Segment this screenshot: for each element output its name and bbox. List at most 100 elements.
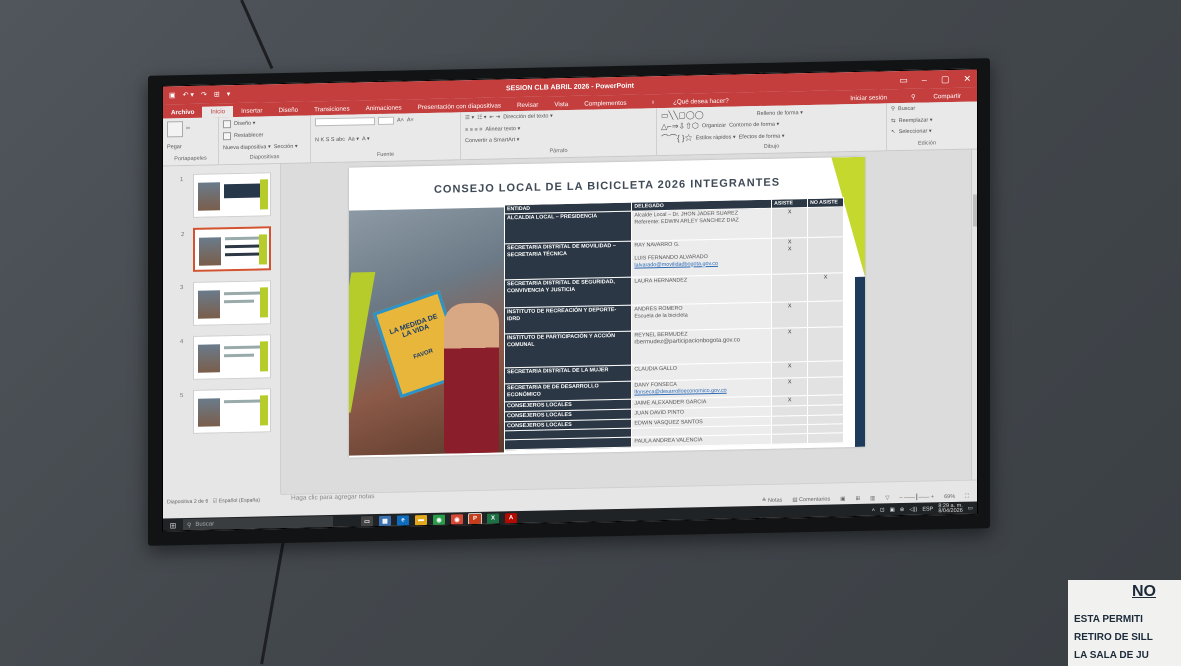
- tab-home[interactable]: Inicio: [202, 106, 234, 118]
- font-size-box[interactable]: [378, 116, 394, 126]
- reset-icon: [223, 132, 231, 141]
- slide[interactable]: CONSEJO LOCAL DE LA BICICLETA 2026 INTEG…: [349, 156, 865, 458]
- excel-icon[interactable]: X: [487, 513, 499, 524]
- task-view-icon[interactable]: ▭: [361, 516, 373, 527]
- find-button[interactable]: Buscar: [898, 106, 915, 112]
- close-button[interactable]: ✕: [963, 73, 971, 84]
- chrome-profile-icon[interactable]: ◉: [451, 514, 463, 525]
- indent-icon[interactable]: ⇤ ⇥: [489, 114, 500, 120]
- new-slide-button[interactable]: Nueva diapositiva ▾: [223, 144, 271, 151]
- group-label-clipboard: Portapapeles: [174, 155, 207, 163]
- align-icons[interactable]: ≡ ≡ ≡ ≡: [465, 126, 482, 132]
- grow-font-icon[interactable]: A˄: [397, 117, 404, 123]
- taskbar-search[interactable]: ⚲ Buscar: [183, 515, 333, 532]
- quick-styles-button[interactable]: Estilos rápidos ▾: [696, 134, 736, 141]
- windows-start-icon[interactable]: ⊞: [163, 521, 183, 530]
- fill-button[interactable]: Relleno de forma ▾: [757, 110, 803, 117]
- smartart-button[interactable]: Convertir a SmartArt ▾: [465, 137, 519, 144]
- language-indicator[interactable]: Español (España): [219, 497, 260, 504]
- cell-delegate: ANDRES ROMERO Escuela de la bicicleta: [631, 302, 772, 332]
- scrollbar-thumb[interactable]: [973, 194, 978, 227]
- align-text-button[interactable]: Alinear texto ▾: [485, 126, 520, 133]
- slide-photo[interactable]: LA MEDIDA DE LA VIDA FAVOR: [349, 207, 504, 456]
- text-direction-button[interactable]: Dirección del texto ▾: [503, 113, 553, 120]
- sorter-view-icon[interactable]: ⊞: [855, 496, 860, 502]
- lightbulb-icon: ♀: [650, 99, 658, 107]
- ribbon-display-button[interactable]: ▭: [899, 74, 908, 85]
- shapes-row3-icon[interactable]: ⌒⌒{ }☆: [661, 132, 693, 144]
- vertical-scrollbar[interactable]: [971, 149, 978, 480]
- chrome-icon[interactable]: ◉: [433, 514, 445, 525]
- slide-thumbnail-selected[interactable]: 2: [181, 226, 271, 272]
- powerpoint-taskbar-icon[interactable]: P: [468, 512, 482, 526]
- slide-canvas[interactable]: CONSEJO LOCAL DE LA BICICLETA 2026 INTEG…: [281, 149, 978, 495]
- tab-view[interactable]: Vista: [546, 99, 576, 111]
- slide-thumbnail[interactable]: 3: [180, 280, 271, 326]
- window-controls: ▭ – ▢ ✕: [899, 73, 971, 85]
- select-button[interactable]: Seleccionar ▾: [899, 129, 932, 136]
- font-name-box[interactable]: [315, 117, 375, 127]
- thumbnail-accent: [260, 287, 268, 318]
- calendar-app-icon[interactable]: ▦: [379, 515, 391, 526]
- slide-thumbnail[interactable]: 5: [180, 388, 271, 434]
- cell-entity: INSTITUTO DE PARTICIPACIÓN Y ACCIÓN COMU…: [504, 331, 632, 368]
- arrange-button[interactable]: Organizar: [702, 122, 726, 129]
- bullets-icon[interactable]: ☰ ▾: [465, 115, 474, 121]
- replace-button[interactable]: Reemplazar ▾: [899, 117, 933, 124]
- shapes-row2-icon[interactable]: △⌐⇒⇩⇧⬡: [661, 121, 699, 131]
- reading-view-icon[interactable]: ▥: [870, 496, 875, 502]
- volume-icon[interactable]: ◁)): [909, 507, 917, 513]
- network-icon[interactable]: ⊡: [880, 507, 885, 513]
- group-drawing: ▭╲╲▢◯◯ Relleno de forma ▾ △⌐⇒⇩⇧⬡ Organizar…: [657, 103, 887, 156]
- minimize-button[interactable]: –: [922, 74, 927, 85]
- acrobat-icon[interactable]: A: [505, 513, 517, 524]
- clock[interactable]: 8:29 a. m. 8/04/2026: [938, 502, 962, 515]
- meet-icon[interactable]: ▣: [890, 507, 895, 513]
- cut-icon[interactable]: ✂: [186, 126, 191, 132]
- group-label-paragraph: Párrafo: [549, 147, 568, 155]
- font-color-icon[interactable]: A ▾: [362, 136, 370, 142]
- chevron-up-icon[interactable]: ˄: [872, 508, 875, 514]
- section-button[interactable]: Sección ▾: [274, 143, 298, 149]
- effects-button[interactable]: Efectos de forma ▾: [739, 133, 785, 140]
- tab-design[interactable]: Diseño: [271, 105, 307, 117]
- comments-button[interactable]: ▤ Comentarios: [792, 497, 830, 504]
- input-language[interactable]: ESP: [922, 506, 933, 512]
- outline-button[interactable]: Contorno de forma ▾: [729, 121, 779, 128]
- shrink-font-icon[interactable]: A˅: [407, 117, 414, 123]
- maximize-button[interactable]: ▢: [941, 74, 950, 85]
- tab-review[interactable]: Revisar: [509, 99, 546, 111]
- notifications-icon[interactable]: ▭: [968, 506, 973, 512]
- slide-thumbnail[interactable]: 1: [180, 172, 271, 218]
- thumbnail-line: [224, 345, 264, 350]
- layout-button[interactable]: Diseño ▾: [234, 121, 255, 127]
- change-case-button[interactable]: Aa ▾: [348, 136, 359, 142]
- file-explorer-icon[interactable]: ▬: [415, 514, 427, 526]
- globe-icon[interactable]: ⊕: [900, 507, 905, 513]
- edge-icon[interactable]: e: [397, 515, 409, 526]
- zoom-slider[interactable]: – ——┃—— +: [899, 494, 934, 501]
- normal-view-icon[interactable]: ▣: [840, 496, 845, 502]
- cell-no-asiste: [807, 433, 844, 444]
- cell-asiste: X: [771, 377, 808, 397]
- font-format-buttons[interactable]: N K S S abc: [315, 136, 345, 143]
- slide-thumbnails-pane[interactable]: 1 2 3 4 5: [163, 164, 281, 497]
- notes-button[interactable]: ≙ Notas: [762, 498, 783, 504]
- tab-file[interactable]: Archivo: [163, 106, 203, 119]
- numbering-icon[interactable]: ☷ ▾: [477, 115, 486, 121]
- paste-label[interactable]: Pegar: [167, 143, 214, 150]
- cell-delegate: Alcalde Local – Dr. JHON JADER SUAREZ Ref…: [631, 208, 772, 242]
- tab-insert[interactable]: Insertar: [233, 105, 270, 117]
- paste-icon[interactable]: [167, 121, 183, 138]
- slide-title[interactable]: CONSEJO LOCAL DE LA BICICLETA 2026 INTEG…: [349, 175, 865, 198]
- fit-slide-icon[interactable]: ⛶: [965, 493, 969, 500]
- slide-thumbnail[interactable]: 4: [180, 334, 271, 380]
- shapes-gallery-icon[interactable]: ▭╲╲▢◯◯: [661, 110, 704, 120]
- members-table[interactable]: ENTIDAD DELEGADO ASISTE NO ASISTE ALCALD…: [504, 197, 844, 450]
- spellcheck-icon[interactable]: ☑: [213, 498, 218, 504]
- slideshow-view-icon[interactable]: ▽: [885, 495, 889, 501]
- wall-sign-no: NO: [1132, 583, 1156, 600]
- room-background: ▣ ↶ ▾ ↷ ⊞ ▾ SESION CLB ABRIL 2026 - Powe…: [0, 0, 1181, 666]
- reset-button[interactable]: Restablecer: [234, 133, 263, 140]
- zoom-level[interactable]: 69%: [944, 494, 955, 500]
